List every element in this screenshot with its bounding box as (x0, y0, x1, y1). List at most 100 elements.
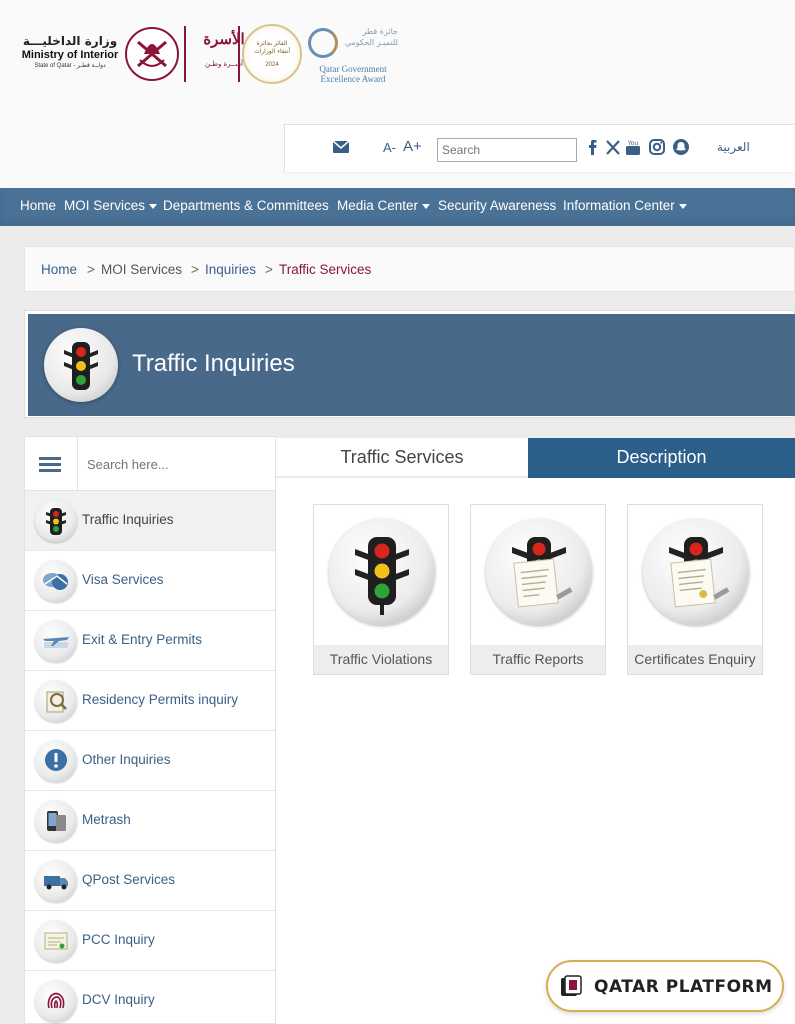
snapchat-icon[interactable] (671, 137, 691, 157)
utility-toolbar: A- A+ You العربية (284, 124, 795, 172)
qgea-ring-icon (308, 28, 338, 58)
nav-moi-services-label: MOI Services (64, 198, 146, 213)
sidebar-item-label: DCV Inquiry (82, 992, 155, 1007)
info-icon (35, 740, 77, 782)
nav-media-center-label: Media Center (337, 198, 419, 213)
nav-home[interactable]: Home (20, 198, 56, 213)
card-label: Traffic Violations (314, 645, 448, 674)
page-banner-inner: Traffic Inquiries (28, 314, 795, 416)
breadcrumb-inquiries[interactable]: Inquiries (205, 262, 256, 277)
sidebar-item-label: Exit & Entry Permits (82, 632, 203, 647)
sidebar-item-label: Visa Services (82, 572, 164, 587)
qgea-logo-english: Qatar Government Excellence Award (319, 64, 387, 84)
sidebar-item-label: Metrash (82, 812, 131, 827)
caret-down-icon (422, 203, 431, 209)
traffic-report-icon (486, 519, 592, 625)
sidebar-item-dcv-inquiry[interactable]: DCV Inquiry (25, 971, 275, 1024)
airplane-icon (35, 620, 77, 662)
sidebar-item-label: PCC Inquiry (82, 932, 155, 947)
tab-description[interactable]: Description (528, 438, 795, 478)
moi-logo-subtitle: State of Qatar - دولــة قطـر (34, 63, 106, 69)
sidebar-item-pcc-inquiry[interactable]: PCC Inquiry (25, 911, 275, 971)
logo-divider (184, 26, 186, 82)
sidebar-search-input[interactable] (87, 453, 267, 475)
hamburger-menu-icon[interactable] (39, 457, 61, 473)
residency-icon (35, 680, 77, 722)
award-badge: الفائز بجائزة أنتقاء الوزارات 2024 (242, 24, 302, 84)
nav-home-label: Home (20, 198, 57, 213)
card-label: Traffic Reports (471, 645, 605, 674)
logo-divider (238, 26, 240, 82)
breadcrumb: Home > MOI Services > Inquiries > Traffi… (24, 246, 795, 292)
instagram-icon[interactable] (647, 137, 667, 157)
breadcrumb-separator: > (265, 262, 273, 277)
breadcrumb-home[interactable]: Home (41, 262, 77, 277)
traffic-light-icon (329, 519, 435, 625)
inquiries-sidebar: Traffic Inquiries Visa Services Exit & E… (24, 436, 276, 1024)
breadcrumb-separator: > (87, 262, 95, 277)
moi-logo[interactable]: وزارة الداخليـــة Ministry of Interior S… (20, 34, 120, 71)
nav-media-center[interactable]: Media Center (337, 198, 431, 213)
service-card-traffic-violations[interactable]: Traffic Violations (313, 504, 449, 675)
language-switch-arabic[interactable]: العربية (717, 140, 750, 154)
sidebar-item-label: QPost Services (82, 872, 176, 887)
services-panel: Traffic Violations Traffic Reports Certi… (276, 478, 795, 1024)
nav-departments-label: Departments & Committees (163, 198, 329, 213)
sidebar-search-bar (25, 437, 275, 491)
breadcrumb-separator: > (191, 262, 199, 277)
content-tabs: Traffic Services Description (276, 438, 795, 478)
sidebar-item-label: Other Inquiries (82, 752, 171, 767)
main-nav: Home MOI Services Departments & Committe… (0, 188, 795, 226)
tab-traffic-services[interactable]: Traffic Services (276, 438, 528, 478)
traffic-light-icon (35, 500, 77, 542)
sidebar-item-exit-entry-permits[interactable]: Exit & Entry Permits (25, 611, 275, 671)
sidebar-item-qpost-services[interactable]: QPost Services (25, 851, 275, 911)
phone-icon (35, 800, 77, 842)
certificate-icon (35, 920, 77, 962)
moi-logo-arabic: وزارة الداخليـــة (22, 34, 118, 48)
card-label: Certificates Enquiry (628, 645, 762, 674)
card-image (471, 505, 605, 645)
mail-icon[interactable] (333, 141, 349, 153)
sidebar-item-label: Residency Permits inquiry (82, 692, 239, 707)
qatar-emblem-icon (125, 27, 179, 81)
site-search-input[interactable] (437, 138, 577, 162)
nav-departments[interactable]: Departments & Committees (163, 198, 329, 213)
sidebar-item-metrash[interactable]: Metrash (25, 791, 275, 851)
moi-logo-english: Ministry of Interior (21, 49, 119, 61)
page-banner: Traffic Inquiries (24, 310, 795, 418)
facebook-icon[interactable] (583, 137, 603, 157)
sidebar-item-label: Traffic Inquiries (82, 512, 174, 527)
sidebar-search-divider (77, 437, 78, 491)
service-card-traffic-reports[interactable]: Traffic Reports (470, 504, 606, 675)
breadcrumb-moi-services: MOI Services (101, 262, 183, 277)
font-increase-button[interactable]: A+ (403, 138, 422, 155)
traffic-light-icon (44, 328, 118, 402)
nav-security-awareness-label: Security Awareness (438, 198, 557, 213)
sidebar-item-other-inquiries[interactable]: Other Inquiries (25, 731, 275, 791)
logo-block[interactable]: وزارة الداخليـــة Ministry of Interior S… (20, 22, 400, 86)
award-badge-year: 2024 (265, 62, 279, 68)
sidebar-item-visa-services[interactable]: Visa Services (25, 551, 275, 611)
nav-moi-services[interactable]: MOI Services (64, 198, 158, 213)
page-title: Traffic Inquiries (132, 350, 295, 377)
svg-text:You: You (627, 140, 639, 147)
qgea-logo: جائزة قطر للتميـز الحكومي Qatar Governme… (306, 24, 400, 86)
font-decrease-button[interactable]: A- (383, 140, 396, 155)
service-card-certificates-enquiry[interactable]: Certificates Enquiry (627, 504, 763, 675)
nav-security-awareness[interactable]: Security Awareness (438, 198, 556, 213)
award-badge-text: الفائز بجائزة أنتقاء الوزارات (253, 40, 291, 55)
x-twitter-icon[interactable] (603, 137, 623, 157)
youtube-icon[interactable]: You (623, 137, 643, 157)
sidebar-item-residency-permits[interactable]: Residency Permits inquiry (25, 671, 275, 731)
nav-information-center[interactable]: Information Center (563, 198, 687, 213)
visa-icon (35, 560, 77, 602)
site-header: وزارة الداخليـــة Ministry of Interior S… (0, 0, 795, 188)
fingerprint-icon (35, 980, 77, 1022)
delivery-van-icon (35, 860, 77, 902)
certificate-icon (643, 519, 749, 625)
nav-information-center-label: Information Center (563, 198, 675, 213)
qatar-platform-watermark: QATAR PLATFORM (546, 960, 784, 1012)
sidebar-item-traffic-inquiries[interactable]: Traffic Inquiries (25, 491, 275, 551)
card-image (628, 505, 762, 645)
